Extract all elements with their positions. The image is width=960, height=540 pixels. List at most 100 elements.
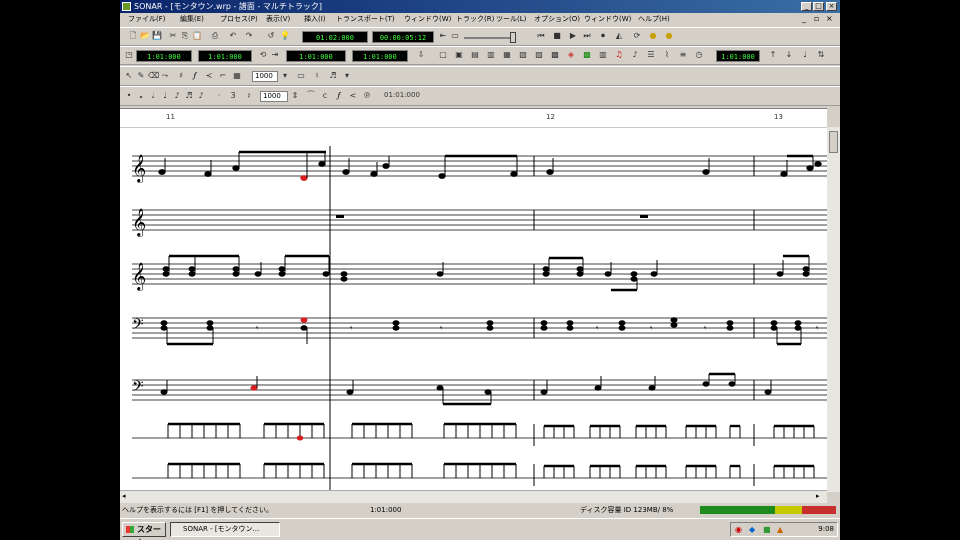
mdi-restore-icon[interactable]: ▫ xyxy=(814,13,819,25)
menu-insert[interactable]: 挿入(I) xyxy=(304,13,326,25)
loop-start-counter[interactable]: 1:01:000 xyxy=(286,50,346,62)
snap-icon[interactable]: ⇤ xyxy=(438,31,448,41)
staff-6[interactable] xyxy=(132,422,827,446)
staff-3[interactable]: 𝄞 xyxy=(132,254,827,292)
position-slider-thumb[interactable] xyxy=(510,32,516,43)
tray-app-icon-2[interactable]: ▲ xyxy=(777,525,783,534)
staff-2[interactable]: 𝄞 xyxy=(132,208,827,237)
tempo-down-icon[interactable]: ↓ xyxy=(784,50,794,60)
tray-app-icon[interactable]: ■ xyxy=(763,525,771,534)
cut-icon[interactable]: ✂ xyxy=(168,31,178,41)
staff-4[interactable]: 𝄢 𝄾 𝄾 𝄾 𝄾 𝄾 𝄾 𝄾 xyxy=(132,316,827,346)
loop-end-counter[interactable]: 1:01:000 xyxy=(352,50,408,62)
markers-icon[interactable]: ◳ xyxy=(124,50,134,60)
menu-file[interactable]: ファイル(F) xyxy=(128,13,166,25)
sysx-icon[interactable]: ≡ xyxy=(678,50,688,60)
menu-help[interactable]: ヘルプ(H) xyxy=(638,13,670,25)
console-icon[interactable]: ▥ xyxy=(598,50,608,60)
record-icon[interactable]: ⏺ xyxy=(598,31,608,41)
fretboard-tool-icon[interactable]: ▦ xyxy=(232,71,242,81)
draw-tool-icon[interactable]: ✎ xyxy=(136,71,146,81)
open-file-icon[interactable]: 📂 xyxy=(140,31,150,41)
eighth-note-icon[interactable]: ♪ xyxy=(172,91,182,101)
triplet-icon[interactable]: 3 xyxy=(228,91,238,101)
enharmonic-icon[interactable]: ♮ xyxy=(312,71,322,81)
view-icon-2[interactable]: ▣ xyxy=(454,50,464,60)
smpte-display[interactable]: 00:00:05:12 xyxy=(372,31,434,43)
rest-icon[interactable]: 𝄽 xyxy=(244,91,254,101)
view-icon-10[interactable]: ▩ xyxy=(582,50,592,60)
start-button[interactable]: スタート xyxy=(122,522,166,540)
sixteenth-note-icon[interactable]: ♬ xyxy=(184,91,194,101)
crescendo-icon[interactable]: < xyxy=(348,91,358,101)
thirtysecond-note-icon[interactable]: ♪ xyxy=(196,91,206,101)
pedal-icon[interactable]: ℗ xyxy=(362,91,372,101)
view-icon-7[interactable]: ▨ xyxy=(534,50,544,60)
undo-icon[interactable]: ↶ xyxy=(228,31,238,41)
view-icon-6[interactable]: ▧ xyxy=(518,50,528,60)
clef-c-icon[interactable]: c xyxy=(320,91,330,101)
view-icon-5[interactable]: ▦ xyxy=(502,50,512,60)
dot-icon[interactable]: • xyxy=(124,91,134,101)
save-icon[interactable]: 💾 xyxy=(152,31,162,41)
staff-7[interactable] xyxy=(132,462,827,486)
punch-icon[interactable]: ● xyxy=(648,31,658,41)
resolution-dropdown-icon[interactable]: ▾ xyxy=(280,71,290,81)
marker-insert-icon[interactable]: ⇩ xyxy=(416,50,426,60)
select-tool-icon[interactable]: ↖ xyxy=(124,71,134,81)
menu-track[interactable]: トラック(R) xyxy=(456,13,494,25)
event-list-icon[interactable]: ☰ xyxy=(646,50,656,60)
undo-history-icon[interactable]: ↺ xyxy=(266,31,276,41)
scrub-tool-icon[interactable]: ⤳ xyxy=(160,71,170,81)
lyrics-icon[interactable]: ♪ xyxy=(630,50,640,60)
grid-icon[interactable]: ▭ xyxy=(450,31,460,41)
scroll-left-icon[interactable]: ◂ xyxy=(122,492,126,500)
view-icon-3[interactable]: ▤ xyxy=(470,50,480,60)
menu-window[interactable]: ウィンドウ(W) xyxy=(404,13,451,25)
pedal-tool-icon[interactable]: ⌐ xyxy=(218,71,228,81)
duration-spin-icon[interactable]: ⇕ xyxy=(290,91,300,101)
forte-icon[interactable]: 𝆑 xyxy=(334,91,344,101)
tray-speaker-icon[interactable]: ◉ xyxy=(735,525,742,534)
paste-icon[interactable]: 📋 xyxy=(192,31,202,41)
print-icon[interactable]: ⎙ xyxy=(210,31,220,41)
dotted-icon[interactable]: · xyxy=(214,91,224,101)
view-icon-4[interactable]: ▥ xyxy=(486,50,496,60)
vertical-scrollbar[interactable] xyxy=(827,127,840,492)
resolution-field[interactable]: 1000 xyxy=(252,71,278,82)
vertical-scrollbar-thumb[interactable] xyxy=(829,131,838,153)
tempo-ratio-icon[interactable]: ⇅ xyxy=(816,50,826,60)
staff-1[interactable]: 𝄞 xyxy=(132,146,827,492)
menu-window-2[interactable]: ウィンドウ(W) xyxy=(584,13,631,25)
audio-engine-icon[interactable]: ● xyxy=(664,31,674,41)
loop-icon[interactable]: ⟳ xyxy=(632,31,642,41)
staff-view[interactable]: 11 12 13 𝄞 𝄞 𝄞 𝄢 𝄾 𝄾 𝄾 𝄾 𝄾 𝄾 𝄾 𝄢 xyxy=(120,108,827,492)
tempo-view-icon[interactable]: ⌇ xyxy=(662,50,672,60)
tie-icon[interactable]: ⁀ xyxy=(306,91,316,101)
erase-tool-icon[interactable]: ⌫ xyxy=(148,71,159,81)
help-bulb-icon[interactable]: 💡 xyxy=(280,31,290,41)
tempo-up-icon[interactable]: ↑ xyxy=(768,50,778,60)
mdi-minimize-icon[interactable]: _ xyxy=(802,13,806,25)
quarter-note-icon[interactable]: ♩ xyxy=(160,91,170,101)
beam-icon[interactable]: ♬ xyxy=(328,71,338,81)
minimize-button[interactable]: _ xyxy=(801,2,812,11)
stop-icon[interactable]: ■ xyxy=(552,31,562,41)
taskbar-item-sonar[interactable]: SONAR - [モンタウン... xyxy=(170,522,280,537)
tray-network-icon[interactable]: ◆ xyxy=(749,525,755,534)
menu-process[interactable]: プロセス(P) xyxy=(220,13,258,25)
time-ruler[interactable]: 11 12 13 xyxy=(120,109,827,128)
score-canvas[interactable]: 𝄞 𝄞 𝄞 𝄢 𝄾 𝄾 𝄾 𝄾 𝄾 𝄾 𝄾 𝄢 xyxy=(120,128,827,492)
copy-icon[interactable]: ⎘ xyxy=(180,31,190,41)
menu-tools[interactable]: ツール(L) xyxy=(496,13,526,25)
filter-dropdown-icon[interactable]: ▾ xyxy=(342,71,352,81)
menu-transport[interactable]: トランスポート(T) xyxy=(336,13,395,25)
view-icon-1[interactable]: ▢ xyxy=(438,50,448,60)
time-display[interactable]: 01:02:000 xyxy=(302,31,368,43)
close-button[interactable]: × xyxy=(826,2,837,11)
staff-view-icon[interactable]: ♫ xyxy=(614,50,624,60)
fast-forward-icon[interactable]: ⏭ xyxy=(582,31,592,41)
tempo-tap-icon[interactable]: ♩ xyxy=(800,50,810,60)
view-icon-9[interactable]: ◈ xyxy=(566,50,576,60)
new-file-icon[interactable]: 🗋 xyxy=(128,31,138,41)
